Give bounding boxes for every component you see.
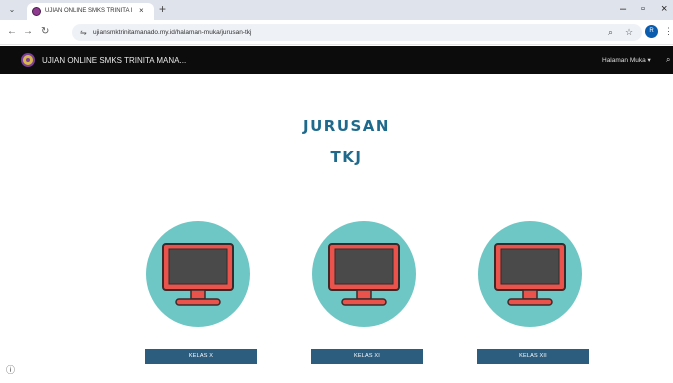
address-bar[interactable]: ⇋ ujiansmktrinitamanado.my.id/halaman-mu… [72,24,642,41]
reload-icon[interactable]: ↻ [41,26,49,38]
browser-toolbar: ← → ↻ ⇋ ujiansmktrinitamanado.my.id/hala… [0,20,673,45]
tab-close-icon[interactable]: × [139,6,144,16]
tab-search-icon[interactable]: ⌄ [6,4,18,16]
new-tab-button[interactable]: + [159,3,166,16]
school-logo-icon[interactable] [21,53,35,67]
page-subtitle: TKJ [330,148,363,166]
kelas-xii-button[interactable]: KELAS XII [477,349,589,364]
kelas-x-button[interactable]: KELAS X [145,349,257,364]
info-icon[interactable]: ⓘ [6,365,16,375]
forward-icon[interactable]: → [23,26,33,38]
monitor-icon[interactable] [146,221,250,327]
minimize-icon[interactable]: – [620,3,626,16]
favicon-icon [32,7,41,16]
nav-search-icon[interactable]: ⌕ [666,55,670,65]
site-info-icon[interactable]: ⇋ [80,27,87,38]
browser-tab[interactable]: UJIAN ONLINE SMKS TRINITA I × [27,3,154,20]
profile-avatar[interactable]: R [645,25,658,38]
url-text[interactable]: ujiansmktrinitamanado.my.id/halaman-muka… [93,28,251,37]
zoom-icon[interactable]: ⌕ [608,27,613,38]
site-navbar: UJIAN ONLINE SMKS TRINITA MANA... Halama… [0,46,673,74]
close-window-icon[interactable]: × [661,3,667,16]
back-icon[interactable]: ← [7,26,17,38]
restore-icon[interactable]: ▫ [641,3,645,16]
monitor-icon[interactable] [312,221,416,327]
page-title: JURUSAN [303,117,390,135]
browser-menu-icon[interactable]: ⋮ [664,26,673,37]
monitor-icon[interactable] [478,221,582,327]
tab-title: UJIAN ONLINE SMKS TRINITA I [45,8,133,14]
browser-tab-strip: ⌄ UJIAN ONLINE SMKS TRINITA I × + – ▫ × [0,0,673,20]
site-title[interactable]: UJIAN ONLINE SMKS TRINITA MANA... [42,55,186,66]
bookmark-star-icon[interactable]: ☆ [625,27,633,38]
kelas-xi-button[interactable]: KELAS XI [311,349,423,364]
nav-menu-halaman-muka[interactable]: Halaman Muka ▾ [602,56,651,65]
